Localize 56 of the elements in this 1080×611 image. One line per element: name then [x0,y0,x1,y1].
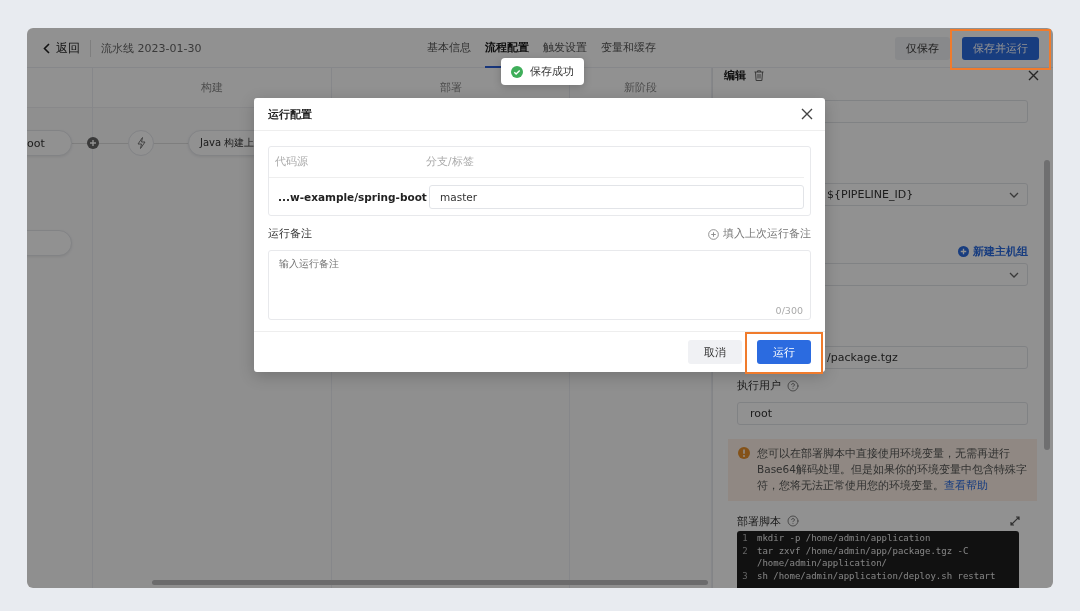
trash-icon[interactable] [754,70,764,81]
stage-title: 构建 [201,80,223,95]
branch-field[interactable]: master [429,184,804,209]
tab[interactable]: 变量和缓存 [600,28,656,68]
field-value: ${PIPELINE_ID} [827,188,914,201]
chevron-left-icon [43,42,50,54]
trigger-node[interactable] [128,130,154,156]
line-number: 1 [741,532,749,545]
primary-button[interactable]: 运行 [757,340,811,364]
secondary-button[interactable]: 仅保存 [895,36,950,60]
line-number: 3 [741,569,749,582]
primary-button[interactable]: 保存并运行 [962,36,1039,60]
pipeline-title: 流水线 2023-01-30 [101,40,202,56]
stage-title: 新阶段 [624,80,657,95]
secondary-button[interactable]: 取消 [688,340,742,364]
new-host-group-link[interactable]: 新建主机组 [958,243,1028,259]
plus-circle-icon [958,245,969,257]
help-icon[interactable] [787,515,799,527]
add-icon[interactable] [87,137,99,149]
pipeline-node[interactable] [27,230,72,256]
dialog-title: 运行配置 [268,106,312,122]
chevron-down-icon [1009,271,1019,278]
line-number: 2 [741,544,749,558]
close-button[interactable] [801,108,813,120]
code-line: mkdir -p /home/admin/application [756,532,932,545]
lightning-icon [136,137,146,149]
check-circle-icon [511,65,523,78]
close-icon[interactable] [1028,70,1039,81]
help-icon[interactable] [787,379,799,392]
field-value: /package.tgz [827,351,898,364]
pipeline-node[interactable]: oot [27,130,72,156]
expand-icon[interactable] [1010,516,1020,526]
field-label: 运行备注 [268,227,312,241]
table-cell-text: ...w-example/spring-boot [278,190,428,203]
back-link[interactable]: 返回 [43,39,91,57]
column-header: 分支/标签 [426,155,475,169]
alert-text: 您可以在部署脚本中直接使用环境变量，无需再进行Base64解码处理。但是如果你的环境变量中包含特殊字符，您将无法正常使用您的环境变量。查看帮助 [757,446,1027,493]
stage-title: 部署 [439,80,462,95]
tab[interactable]: 基本信息 [426,28,471,68]
panel-title: 编辑 [724,68,746,83]
input-field[interactable]: root [737,402,1028,425]
scrollbar[interactable] [1044,160,1050,450]
chevron-down-icon [1009,191,1019,198]
code-line: sh /home/admin/application/deploy.sh restart [756,569,997,582]
warning-icon [738,447,750,459]
char-counter: 0/300 [775,305,803,316]
plus-circle-icon [708,228,719,240]
column-header: 代码源 [275,155,309,169]
scrollbar[interactable] [152,580,708,585]
field-label: 部署脚本 [737,513,781,529]
fill-last-note-link[interactable]: 填入上次运行备注 [708,227,811,241]
field-value: root [750,407,773,420]
toast-text: 保存成功 [530,64,574,79]
code-editor[interactable]: 1 mkdir -p /home/admin/application 2 tar zxvf /home/admin/app/package.tgz -C /home/admin/application/ 3 sh /home/admin/application/deploy.sh restart [737,531,1019,588]
help-link[interactable]: 查看帮助 [944,479,988,491]
field-label: 执行用户 [737,378,781,393]
